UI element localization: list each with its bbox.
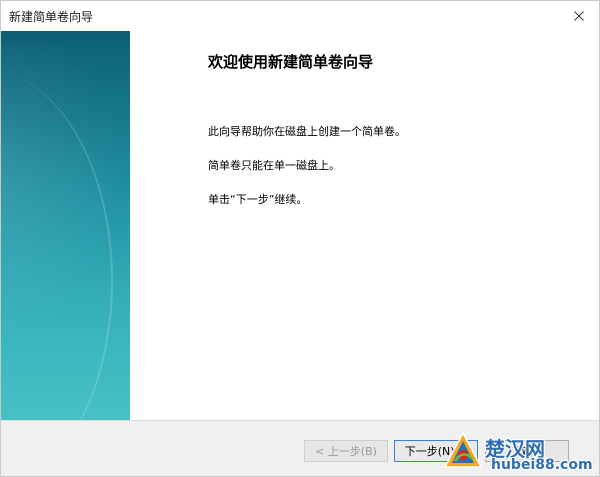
wizard-footer: < 上一步(B) 下一步(N) > 取消 bbox=[1, 421, 599, 476]
page-title: 欢迎使用新建简单卷向导 bbox=[208, 53, 374, 71]
close-icon bbox=[574, 11, 584, 21]
title-bar: 新建简单卷向导 bbox=[1, 1, 599, 31]
close-button[interactable] bbox=[559, 1, 599, 31]
description-text-1: 此向导帮助你在磁盘上创建一个简单卷。 bbox=[208, 125, 406, 138]
wizard-window: 新建简单卷向导 欢迎使用新建简单卷向导 此向导帮助你在磁盘上创建一个简单卷。 简… bbox=[0, 0, 600, 477]
description-text-3: 单击“下一步”继续。 bbox=[208, 193, 308, 206]
description-text-2: 简单卷只能在单一磁盘上。 bbox=[208, 159, 340, 172]
window-title: 新建简单卷向导 bbox=[9, 10, 94, 24]
back-button[interactable]: < 上一步(B) bbox=[304, 440, 388, 462]
wizard-banner-image bbox=[1, 31, 130, 420]
cancel-button[interactable]: 取消 bbox=[485, 440, 569, 462]
wizard-content: 欢迎使用新建简单卷向导 此向导帮助你在磁盘上创建一个简单卷。 简单卷只能在单一磁… bbox=[130, 31, 599, 420]
next-button[interactable]: 下一步(N) > bbox=[394, 440, 478, 462]
